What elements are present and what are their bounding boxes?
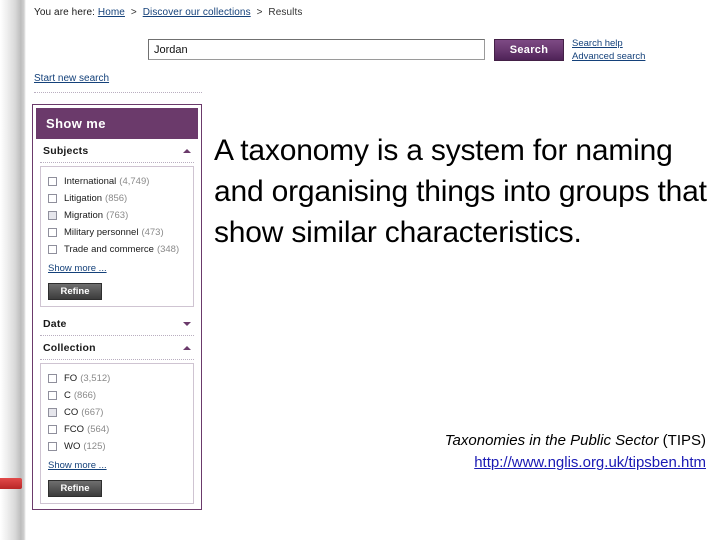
list-item[interactable]: Migration (763) — [48, 207, 188, 224]
checkbox-icon[interactable] — [48, 425, 57, 434]
list-item[interactable]: FO (3,512) — [48, 370, 188, 387]
list-item[interactable]: FCO (564) — [48, 421, 188, 438]
breadcrumb: You are here: Home > Discover our collec… — [34, 7, 302, 18]
browser-capture-area: You are here: Home > Discover our collec… — [26, 0, 720, 540]
search-button[interactable]: Search — [494, 39, 564, 61]
breadcrumb-separator-1: > — [130, 7, 137, 18]
facet-count: (866) — [73, 390, 97, 401]
checkbox-icon[interactable] — [48, 177, 57, 186]
taxonomy-definition-text: A taxonomy is a system for naming and or… — [214, 134, 707, 250]
checkbox-icon[interactable] — [48, 211, 57, 220]
facet-collection-body: FO (3,512) C (866) CO (667) FCO (564) WO… — [40, 363, 194, 504]
facet-collection-header[interactable]: Collection — [36, 336, 198, 359]
facet-label: Military personnel — [64, 227, 139, 238]
facet-label: C — [64, 390, 71, 401]
facet-label: Migration — [64, 210, 104, 221]
facet-label: FO — [64, 373, 78, 384]
list-item[interactable]: Military personnel (473) — [48, 224, 188, 241]
search-help-link[interactable]: Search help — [572, 38, 623, 49]
list-item[interactable]: Trade and commerce (348) — [48, 241, 188, 258]
facet-subjects-title: Subjects — [43, 144, 89, 157]
advanced-search-link[interactable]: Advanced search — [572, 51, 645, 62]
start-new-search-link[interactable]: Start new search — [34, 73, 109, 84]
facet-count: (667) — [81, 407, 104, 418]
chevron-down-icon[interactable] — [183, 321, 191, 326]
facet-section-date: Date — [33, 312, 201, 336]
facet-panel: Show me Subjects International (4,749) L… — [32, 104, 202, 510]
divider — [34, 92, 202, 93]
checkbox-icon[interactable] — [48, 228, 57, 237]
facet-section-collection: Collection FO (3,512) C (866) CO (667) F… — [33, 336, 201, 504]
refine-button-collection[interactable]: Refine — [48, 480, 102, 497]
red-bookmark-tab — [0, 478, 22, 489]
divider — [40, 162, 194, 163]
facet-count: (473) — [141, 227, 164, 238]
facet-panel-header: Show me — [36, 108, 198, 139]
facet-count: (3,512) — [80, 373, 111, 384]
list-item[interactable]: C (866) — [48, 387, 188, 404]
facet-label: WO — [64, 441, 81, 452]
checkbox-icon[interactable] — [48, 442, 57, 451]
facet-label: CO — [64, 407, 79, 418]
checkbox-icon[interactable] — [48, 391, 57, 400]
search-input[interactable] — [148, 39, 485, 60]
facet-collection-title: Collection — [43, 341, 96, 354]
facet-label: International — [64, 176, 117, 187]
checkbox-icon[interactable] — [48, 374, 57, 383]
list-item[interactable]: Litigation (856) — [48, 190, 188, 207]
facet-label: Litigation — [64, 193, 103, 204]
attribution: Taxonomies in the Public Sector (TIPS) h… — [186, 432, 706, 473]
chevron-up-icon[interactable] — [183, 345, 191, 350]
show-more-link-subjects[interactable]: Show more ... — [48, 263, 107, 274]
attribution-abbreviation: (TIPS) — [662, 432, 706, 449]
facet-count: (4,749) — [119, 176, 150, 187]
checkbox-icon[interactable] — [48, 245, 57, 254]
facet-count: (564) — [87, 424, 110, 435]
attribution-url-link[interactable]: http://www.nglis.org.uk/tipsben.htm — [186, 454, 706, 473]
list-item[interactable]: International (4,749) — [48, 173, 188, 190]
facet-section-subjects: Subjects International (4,749) Litigatio… — [33, 139, 201, 307]
facet-label: Trade and commerce — [64, 244, 154, 255]
breadcrumb-separator-2: > — [256, 7, 263, 18]
chevron-up-icon[interactable] — [183, 148, 191, 153]
list-item[interactable]: WO (125) — [48, 438, 188, 455]
facet-subjects-header[interactable]: Subjects — [36, 139, 198, 162]
facet-subjects-body: International (4,749) Litigation (856) M… — [40, 166, 194, 307]
facet-count: (763) — [106, 210, 129, 221]
checkbox-icon[interactable] — [48, 194, 57, 203]
facet-date-title: Date — [43, 317, 67, 330]
checkbox-icon[interactable] — [48, 408, 57, 417]
facet-count: (856) — [105, 193, 128, 204]
refine-button-subjects[interactable]: Refine — [48, 283, 102, 300]
show-more-link-collection[interactable]: Show more ... — [48, 460, 107, 471]
facet-count: (348) — [156, 244, 180, 255]
attribution-title: Taxonomies in the Public Sector — [444, 432, 659, 449]
breadcrumb-current: Results — [268, 7, 303, 18]
facet-count: (125) — [83, 441, 106, 452]
breadcrumb-link-collections[interactable]: Discover our collections — [143, 7, 251, 18]
facet-label: FCO — [64, 424, 85, 435]
breadcrumb-prefix: You are here: — [34, 7, 95, 18]
page-edge-shadow — [0, 0, 26, 540]
divider — [40, 359, 194, 360]
facet-date-header[interactable]: Date — [36, 312, 198, 335]
list-item[interactable]: CO (667) — [48, 404, 188, 421]
breadcrumb-link-home[interactable]: Home — [98, 7, 125, 18]
